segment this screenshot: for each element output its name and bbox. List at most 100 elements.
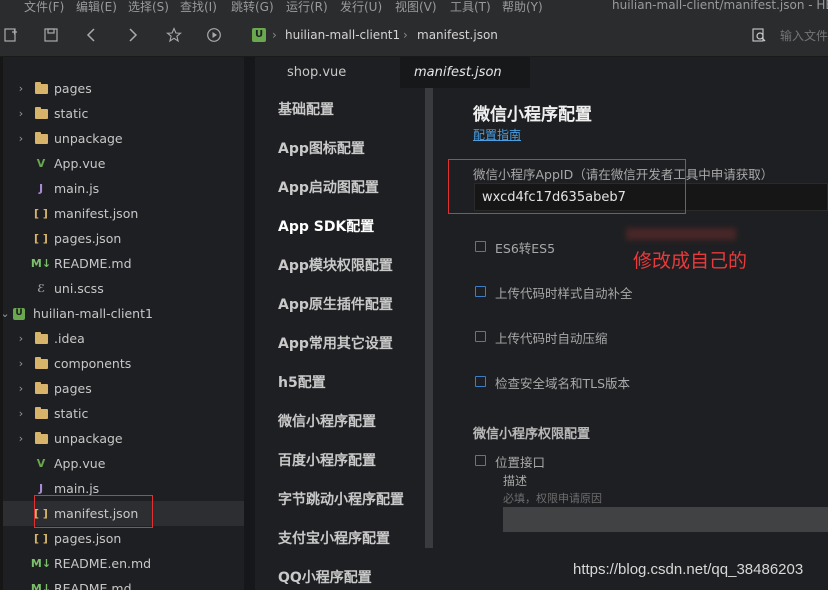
js-file-icon: J [38, 482, 44, 495]
appid-input[interactable] [474, 183, 828, 211]
js-file-icon: J [38, 182, 44, 195]
project-icon: U [12, 307, 26, 321]
tree-item-file[interactable]: [ ] pages.json [3, 226, 244, 251]
menu-edit[interactable]: 编辑(E) [76, 0, 117, 14]
tree-item-label: static [54, 406, 89, 421]
save-icon[interactable] [40, 24, 62, 46]
chevron-right-icon: › [18, 382, 24, 395]
nav-item-app-other[interactable]: App常用其它设置 [278, 333, 393, 353]
tree-item-label: pages [54, 81, 92, 96]
tab-manifest-json[interactable]: manifest.json [400, 57, 530, 88]
forward-icon[interactable] [121, 24, 143, 46]
checkbox-url-check[interactable] [475, 376, 486, 387]
folder-icon [34, 381, 48, 396]
tree-item-file[interactable]: M↓ README.md [3, 251, 244, 276]
tree-item-folder[interactable]: › pages [3, 376, 244, 401]
annotation-note: 修改成自己的 [633, 250, 748, 272]
checkbox-postcss[interactable] [475, 286, 486, 297]
chevron-right-icon: › [403, 28, 408, 42]
tree-item-file-selected[interactable]: [ ] manifest.json [3, 501, 244, 526]
tab-label: shop.vue [287, 65, 347, 80]
nav-item-app-splash[interactable]: App启动图配置 [278, 177, 379, 197]
permission-reason-input[interactable] [503, 507, 828, 532]
tree-item-folder[interactable]: › components [3, 351, 244, 376]
nav-item-h5[interactable]: h5配置 [278, 372, 326, 392]
search-icon[interactable] [748, 24, 770, 46]
checkbox-location[interactable] [475, 455, 486, 466]
tree-item-file[interactable]: J main.js [3, 176, 244, 201]
panel-divider[interactable] [244, 57, 255, 590]
breadcrumb-project[interactable]: huilian-mall-client1 [285, 14, 400, 56]
new-file-icon[interactable] [0, 24, 22, 46]
nav-item-baidu[interactable]: 百度小程序配置 [278, 450, 376, 470]
tree-item-file[interactable]: J main.js [3, 476, 244, 501]
nav-item-app-modules[interactable]: App模块权限配置 [278, 255, 393, 275]
menu-tools[interactable]: 工具(T) [450, 0, 491, 14]
nav-item-app-sdk[interactable]: App SDK配置 [278, 216, 374, 236]
nav-item-toutiao[interactable]: 字节跳动小程序配置 [278, 489, 404, 509]
watermark: https://blog.csdn.net/qq_38486203 [573, 561, 804, 578]
config-guide-link[interactable]: 配置指南 [473, 126, 521, 143]
run-icon[interactable] [203, 24, 225, 46]
menu-help[interactable]: 帮助(Y) [502, 0, 543, 14]
project-explorer: › pages › static › unpackage V App.vue J… [0, 57, 244, 590]
menu-file[interactable]: 文件(F) [24, 0, 64, 14]
tree-item-file[interactable]: V App.vue [3, 151, 244, 176]
tree-item-label: components [54, 356, 132, 371]
tree-item-label: main.js [54, 181, 100, 196]
tree-item-label: main.js [54, 481, 100, 496]
checkbox-minify[interactable] [475, 331, 486, 342]
tree-item-folder[interactable]: › .idea [3, 326, 244, 351]
editor-tabs: shop.vue manifest.json [255, 57, 828, 89]
folder-icon [34, 106, 48, 121]
vue-file-icon: V [36, 457, 46, 470]
json-file-icon: [ ] [34, 532, 48, 545]
tree-item-folder[interactable]: › static [3, 401, 244, 426]
nav-item-alipay[interactable]: 支付宝小程序配置 [278, 528, 390, 548]
breadcrumb-file[interactable]: manifest.json [417, 14, 498, 56]
menu-goto[interactable]: 跳转(G) [231, 0, 274, 14]
menu-view[interactable]: 视图(V) [395, 0, 437, 14]
tree-item-label: App.vue [54, 156, 106, 171]
nav-item-weixin[interactable]: 微信小程序配置 [278, 411, 376, 431]
json-file-icon: [ ] [34, 507, 48, 520]
chevron-right-icon: › [18, 107, 24, 120]
tree-item-file[interactable]: ℰ uni.scss [3, 276, 244, 301]
tree-item-label: static [54, 106, 89, 121]
tab-label: manifest.json [414, 65, 502, 80]
tree-item-file[interactable]: M↓ README.en.md [3, 551, 244, 576]
tree-item-folder[interactable]: › unpackage [3, 126, 244, 151]
tree-item-folder[interactable]: › pages [3, 76, 244, 101]
tree-item-folder[interactable]: › unpackage [3, 426, 244, 451]
desc-hint: 必填，权限申请原因 [503, 492, 602, 505]
search-input[interactable] [780, 27, 828, 45]
json-file-icon: [ ] [34, 207, 48, 220]
nav-item-app-icon[interactable]: App图标配置 [278, 138, 365, 158]
toolbar: U › huilian-mall-client1 › manifest.json [0, 14, 828, 57]
tree-item-folder[interactable]: › static [3, 101, 244, 126]
tree-item-file[interactable]: [ ] manifest.json [3, 201, 244, 226]
tree-item-file[interactable]: V App.vue [3, 451, 244, 476]
nav-item-app-plugins[interactable]: App原生插件配置 [278, 294, 393, 314]
menu-publish[interactable]: 发行(U) [340, 0, 382, 14]
tree-item-file[interactable]: [ ] pages.json [3, 526, 244, 551]
tree-item-file[interactable]: M↓ README.md [3, 576, 244, 590]
menu-run[interactable]: 运行(R) [286, 0, 328, 14]
menu-find[interactable]: 查找(I) [180, 0, 217, 14]
tree-item-label: pages [54, 381, 92, 396]
menu-select[interactable]: 选择(S) [128, 0, 169, 14]
nav-scrollbar[interactable] [425, 88, 433, 548]
star-icon[interactable] [163, 24, 185, 46]
permissions-title: 微信小程序权限配置 [473, 427, 591, 442]
chevron-right-icon: › [18, 82, 24, 95]
tree-item-label: README.md [54, 256, 132, 271]
checkbox-es6[interactable] [475, 241, 486, 252]
nav-item-qq[interactable]: QQ小程序配置 [278, 567, 372, 587]
chevron-right-icon: › [18, 132, 24, 145]
checkbox-label: ES6转ES5 [495, 241, 556, 256]
tree-item-label: manifest.json [54, 506, 139, 521]
tab-shop-vue[interactable]: shop.vue [273, 57, 360, 88]
nav-item-basic[interactable]: 基础配置 [278, 99, 334, 119]
back-icon[interactable] [81, 24, 103, 46]
tree-item-project[interactable]: ⌄ U huilian-mall-client1 [3, 301, 244, 326]
